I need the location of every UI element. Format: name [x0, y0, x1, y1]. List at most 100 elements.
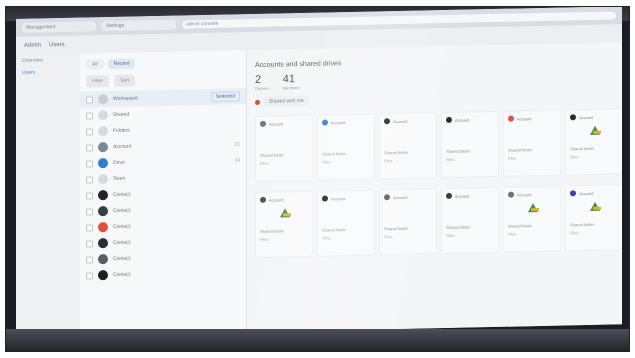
filter-chip[interactable]: Shared with me — [264, 95, 309, 107]
card-owner: Account — [579, 190, 594, 196]
avatar — [570, 190, 576, 197]
avatar — [384, 194, 390, 201]
card-header: Account — [442, 112, 498, 127]
row-checkbox[interactable] — [86, 175, 93, 184]
left-nav: Overview Users — [16, 53, 81, 337]
drive-card[interactable]: Account Shared folder Files — [503, 185, 561, 253]
card-title: Shared folder — [384, 149, 409, 156]
row-label: Contact — [113, 223, 131, 230]
row-checkbox[interactable] — [86, 239, 93, 248]
account-list: Workspace Selected Shared Folders Account 21 D… — [80, 88, 246, 283]
row-checkbox[interactable] — [86, 191, 93, 200]
card-title: Shared folder — [384, 225, 409, 232]
card-subtitle: Files — [384, 158, 393, 164]
drive-card[interactable]: Account Shared folder Files — [317, 113, 375, 181]
browser-tab[interactable]: Settings — [102, 19, 176, 32]
card-header: Account — [318, 191, 374, 206]
avatar — [384, 118, 390, 125]
card-subtitle: Files — [508, 155, 517, 161]
row-checkbox[interactable] — [86, 207, 93, 216]
row-checkbox[interactable] — [86, 271, 93, 280]
card-owner: Account — [269, 196, 284, 203]
card-header: Account — [380, 113, 436, 128]
breadcrumb-item[interactable]: Admin — [24, 42, 41, 48]
status-badge[interactable]: Selected — [210, 91, 240, 102]
breadcrumb-item[interactable]: Users — [49, 42, 65, 48]
card-title: Shared folder — [260, 152, 285, 158]
drive-card[interactable]: Account Shared folder Files — [565, 184, 622, 252]
avatar — [260, 120, 266, 127]
avatar — [446, 116, 452, 123]
card-owner: Account — [517, 115, 532, 122]
card-subtitle: Files — [446, 156, 455, 162]
row-label: Contact — [113, 271, 131, 278]
row-label: Folders — [113, 127, 130, 134]
row-label: Shared — [113, 111, 130, 118]
row-checkbox[interactable] — [86, 223, 93, 232]
avatar — [98, 206, 108, 217]
card-header: Account — [380, 189, 436, 204]
tab-recent[interactable]: Recent — [107, 58, 136, 70]
card-owner: Account — [579, 114, 594, 120]
sort-button[interactable]: Sort — [114, 74, 136, 87]
card-title: Shared folder — [446, 224, 471, 230]
avatar — [570, 114, 576, 121]
drive-card[interactable]: Account Shared folder Files — [317, 189, 375, 257]
avatar — [322, 119, 328, 126]
monitor-screen: Management Settings admin console Admin … — [16, 7, 622, 337]
nav-item-users[interactable]: Users — [16, 66, 80, 79]
card-owner: Account — [455, 117, 470, 123]
card-subtitle: Files — [508, 231, 517, 237]
stat-label: Owners — [255, 85, 269, 91]
row-label: Contact — [113, 239, 131, 246]
card-subtitle: Files — [322, 235, 331, 241]
drive-card[interactable]: Account Shared folder Files — [441, 110, 499, 179]
filter-button[interactable]: Filter — [86, 75, 110, 88]
row-checkbox[interactable] — [86, 143, 93, 152]
list-panel: All Recent Filter Sort Workspace Selected… — [80, 50, 247, 336]
tab-all[interactable]: All — [86, 59, 104, 70]
card-header: Account — [256, 192, 312, 207]
browser-tab[interactable]: Management — [22, 21, 96, 33]
drive-card[interactable]: Account Shared folder Files — [379, 188, 437, 256]
row-checkbox[interactable] — [86, 111, 93, 120]
card-grid: Account Shared folder Files Account Shared f… — [255, 108, 622, 258]
monitor-bezel-bottom — [6, 329, 629, 351]
stat-value: 41 — [282, 73, 296, 86]
drive-card[interactable]: Account Shared folder Files — [255, 190, 313, 258]
row-checkbox[interactable] — [86, 95, 93, 104]
row-label: Contact — [113, 207, 131, 214]
card-subtitle: Files — [570, 230, 579, 236]
avatar — [322, 195, 328, 202]
row-checkbox[interactable] — [86, 159, 93, 168]
row-count: 21 — [234, 141, 240, 148]
list-item[interactable]: Contact — [80, 264, 246, 283]
avatar — [98, 190, 108, 201]
stat-owners: 2 Owners — [255, 74, 269, 91]
card-title: Shared folder — [322, 151, 347, 157]
drive-icon — [590, 125, 600, 135]
card-title: Shared folder — [570, 221, 595, 228]
card-header: Account — [442, 188, 498, 203]
avatar — [98, 126, 108, 137]
avatar — [98, 142, 108, 153]
drive-card[interactable]: Account Shared folder Files — [503, 109, 561, 177]
row-label: Contact — [113, 191, 131, 198]
row-label: Contact — [113, 255, 131, 262]
stat-value: 2 — [255, 73, 262, 86]
card-owner: Account — [393, 118, 408, 124]
drive-card[interactable]: Account Shared folder Files — [441, 186, 499, 255]
drive-card[interactable]: Account Shared folder Files — [379, 112, 437, 180]
drive-card[interactable]: Account Shared folder Files — [255, 114, 313, 182]
avatar — [98, 254, 108, 265]
card-title: Shared folder — [508, 223, 533, 229]
main-area: Accounts and shared drives 2 Owners 41 M… — [247, 42, 622, 333]
row-checkbox[interactable] — [86, 127, 93, 136]
avatar — [260, 196, 266, 203]
active-filter[interactable]: Shared with me — [255, 89, 614, 107]
drive-card[interactable]: Account Shared folder Files — [565, 108, 622, 176]
card-owner: Account — [517, 191, 532, 198]
row-checkbox[interactable] — [86, 255, 93, 264]
stat-label: Members — [282, 85, 300, 91]
avatar — [98, 222, 108, 233]
